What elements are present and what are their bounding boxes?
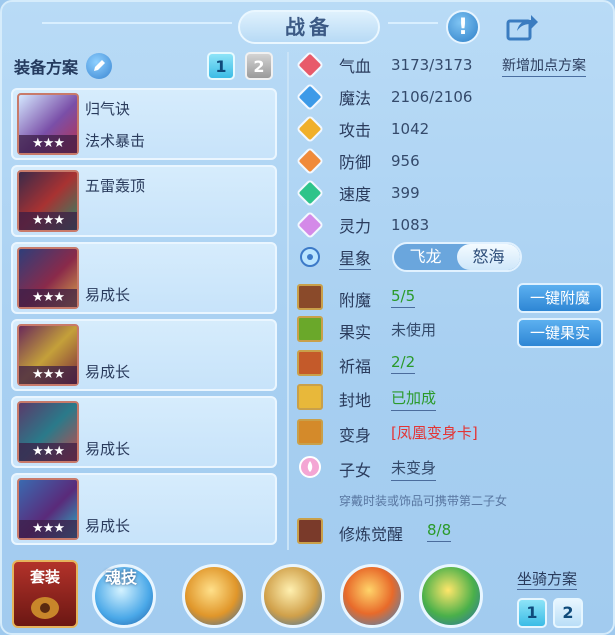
fruit-label: 果实 — [339, 323, 372, 342]
star-sign-option-nuhai[interactable]: 怒海 — [457, 244, 520, 270]
equipment-effect: 易成长 — [85, 363, 131, 381]
bless-label: 祈福 — [339, 357, 372, 376]
equipment-effect: 易成长 — [85, 286, 131, 304]
spirit-icon — [295, 210, 325, 240]
equipment-belt-icon: ★★★ — [17, 401, 79, 463]
star-sign-option-feilong[interactable]: 飞龙 — [394, 244, 457, 270]
star-rating: ★★★ — [19, 212, 77, 230]
stat-attack: 攻击 1042 — [295, 114, 429, 144]
transform-value[interactable]: [凤凰变身卡] — [391, 422, 478, 445]
wave-skill-icon[interactable] — [340, 564, 404, 628]
info-icon[interactable]: ! — [446, 10, 480, 44]
column-divider — [287, 52, 289, 550]
cultivation-label: 修炼觉醒 — [339, 525, 404, 544]
lotus-icon — [297, 454, 323, 480]
equipment-card-4[interactable]: ★★★ 易成长 — [11, 319, 277, 391]
enchant-value: 5/5 — [391, 287, 416, 308]
equipment-armor-icon: ★★★ — [17, 247, 79, 309]
sword-skill-icon[interactable] — [261, 564, 325, 628]
stat-mp: 魔法 2106/2106 — [295, 82, 472, 112]
equipment-necklace-icon: ★★★ — [17, 324, 79, 386]
equipment-scheme-header: 装备方案 — [14, 52, 113, 80]
stat-spirit: 灵力 1083 — [295, 210, 429, 240]
row-transform — [297, 419, 323, 445]
equipment-effect: 易成长 — [85, 517, 131, 535]
page-title: 战备 — [238, 10, 380, 44]
add-point-scheme-link[interactable]: 新增加点方案 — [502, 55, 586, 77]
row-cultivation — [297, 518, 323, 544]
row-seal — [297, 384, 323, 410]
equipment-card-1[interactable]: ★★★ 归气诀 法术暴击 — [11, 88, 277, 160]
mana-icon — [295, 82, 325, 112]
bottom-bar: 套装 魂技 坐骑方案 1 2 — [2, 554, 613, 633]
edit-pencil-icon[interactable] — [86, 53, 113, 79]
star-rating: ★★★ — [19, 520, 77, 538]
equipment-effect: 法术暴击 — [85, 132, 146, 150]
equipment-card-3[interactable]: ★★★ 易成长 — [11, 242, 277, 314]
mount-scheme-tab-2[interactable]: 2 — [553, 598, 583, 628]
equipment-scheme-tab-1[interactable]: 1 — [207, 52, 235, 80]
row-bless — [297, 350, 323, 376]
sword-icon — [295, 114, 325, 144]
seal-label: 封地 — [339, 391, 372, 410]
row-enchant — [297, 284, 323, 310]
equipment-fan-icon: ★★★ — [17, 93, 79, 155]
equipment-card-5[interactable]: ★★★ 易成长 — [11, 396, 277, 468]
row-child — [297, 454, 323, 480]
fruit-value: 未使用 — [391, 321, 437, 339]
star-rating: ★★★ — [19, 366, 77, 384]
treasure-pot-icon — [31, 597, 59, 619]
mount-scheme-tab-1[interactable]: 1 — [517, 598, 547, 628]
equipment-card-6[interactable]: ★★★ 易成长 — [11, 473, 277, 545]
equipment-skill: 五雷轰顶 — [85, 177, 146, 195]
star-rating: ★★★ — [19, 289, 77, 307]
stat-defense: 防御 956 — [295, 146, 420, 176]
equipment-skill: 归气诀 — [85, 100, 131, 118]
child-hint-text: 穿戴时装或饰品可携带第二子女 — [339, 494, 508, 508]
child-value[interactable]: 未变身 — [391, 457, 437, 481]
stat-hp: 气血 3173/3173 — [295, 50, 472, 80]
one-click-enchant-button[interactable]: 一键附魔 — [517, 283, 603, 313]
equipment-helmet-icon: ★★★ — [17, 170, 79, 232]
seal-value: 已加成 — [391, 387, 437, 411]
share-icon[interactable] — [505, 10, 539, 44]
soul-skill-label: 魂技 — [105, 568, 138, 587]
suit-button[interactable]: 套装 — [12, 560, 78, 628]
suit-label: 套装 — [29, 568, 60, 586]
child-label: 子女 — [339, 461, 372, 480]
equipment-boots-icon: ★★★ — [17, 478, 79, 540]
star-rating: ★★★ — [19, 443, 77, 461]
shield-icon — [295, 146, 325, 176]
bless-icon — [297, 350, 323, 376]
star-sign-icon — [297, 244, 323, 270]
stat-speed: 速度 399 — [295, 178, 420, 208]
enchant-label: 附魔 — [339, 291, 372, 310]
bless-value: 2/2 — [391, 353, 416, 374]
fist-skill-icon[interactable] — [182, 564, 246, 628]
mount-scheme-label[interactable]: 坐骑方案 — [517, 568, 578, 590]
cultivation-value: 8/8 — [427, 521, 452, 542]
fruit-icon — [297, 316, 323, 342]
heart-icon — [295, 50, 325, 80]
cultivation-icon — [297, 518, 323, 544]
one-click-fruit-button[interactable]: 一键果实 — [517, 318, 603, 348]
title-ornament-left — [42, 22, 232, 24]
row-fruit — [297, 316, 323, 342]
battle-prep-panel: 战备 ! 装备方案 1 2 ★★★ 归气诀 法术暴击 ★★★ 五雷轰顶 ★★★ — [0, 0, 615, 635]
star-sign-toggle[interactable]: 飞龙 怒海 — [392, 242, 522, 272]
equipment-card-2[interactable]: ★★★ 五雷轰顶 — [11, 165, 277, 237]
speed-icon — [295, 178, 325, 208]
equipment-scheme-label: 装备方案 — [14, 58, 79, 77]
equipment-effect: 易成长 — [85, 440, 131, 458]
transform-icon — [297, 419, 323, 445]
equipment-scheme-tab-2[interactable]: 2 — [245, 52, 273, 80]
enchant-icon — [297, 284, 323, 310]
star-rating: ★★★ — [19, 135, 77, 153]
transform-label: 变身 — [339, 426, 372, 445]
scroll-icon — [297, 384, 323, 410]
blade-skill-icon[interactable] — [419, 564, 483, 628]
title-ornament-right — [388, 22, 438, 24]
stat-star-sign: 星象 — [297, 244, 372, 270]
